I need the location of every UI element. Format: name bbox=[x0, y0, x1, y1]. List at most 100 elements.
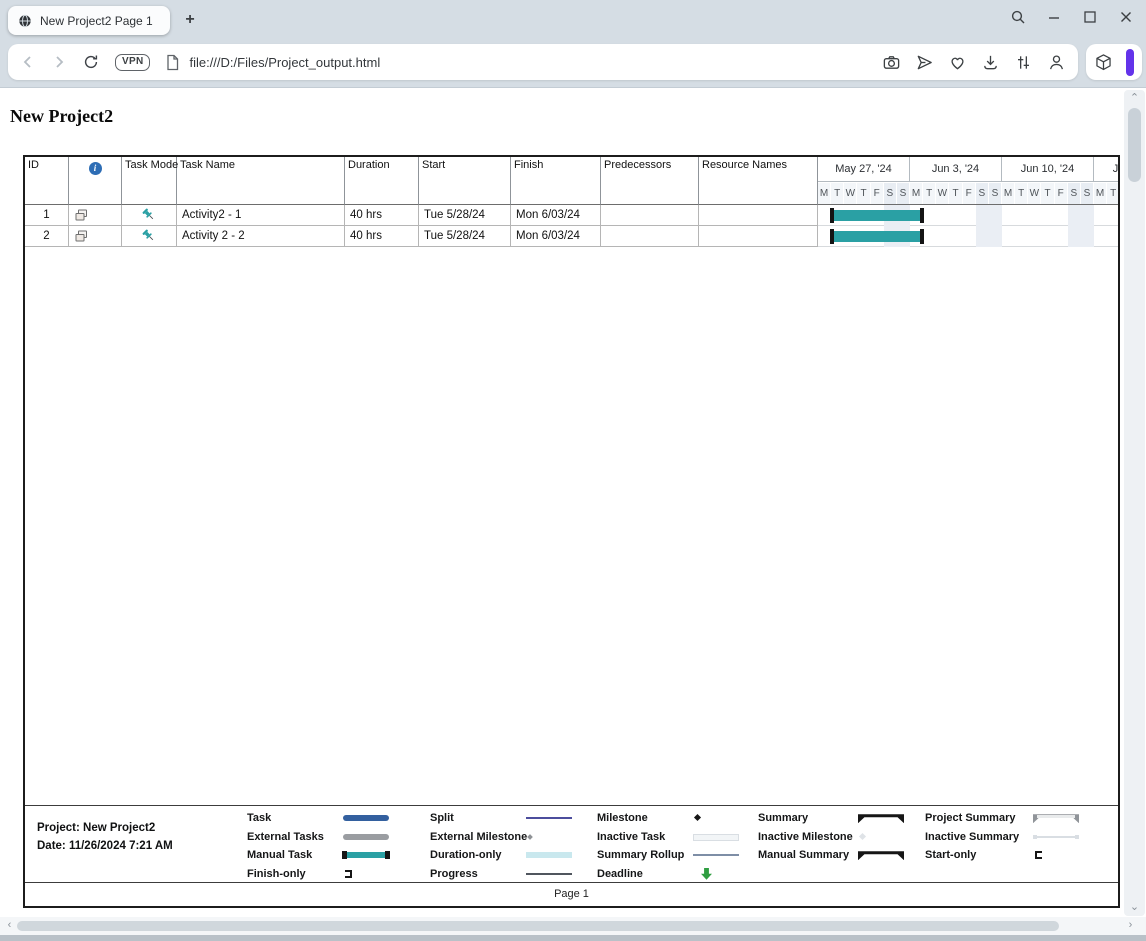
legend-swatch-milestone-icon bbox=[693, 812, 739, 824]
forward-button[interactable] bbox=[51, 54, 67, 70]
weekend-stripe bbox=[1068, 205, 1094, 247]
legend-item: External Tasks bbox=[247, 828, 389, 847]
new-tab-button[interactable]: + bbox=[180, 10, 200, 30]
gantt-day-cell: M bbox=[1094, 183, 1107, 204]
legend-column: Milestone Inactive Task Summary Rollup Dead… bbox=[597, 809, 739, 883]
cell-resource-names bbox=[699, 205, 818, 226]
gantt-day-cell: T bbox=[1107, 183, 1118, 204]
send-icon[interactable] bbox=[915, 53, 934, 72]
scroll-left-arrow-icon[interactable]: ‹ bbox=[2, 918, 17, 933]
legend-item: Deadline bbox=[597, 865, 739, 884]
cell-start: Tue 5/28/24 bbox=[419, 205, 511, 226]
minimize-button[interactable] bbox=[1046, 9, 1062, 25]
legend-item: External Milestone bbox=[430, 828, 572, 847]
browser-tab[interactable]: New Project2 Page 1 bbox=[8, 6, 170, 35]
header-info bbox=[69, 157, 122, 205]
legend-item: Inactive Milestone bbox=[758, 828, 904, 847]
scroll-up-arrow-icon[interactable]: ⌃ bbox=[1127, 91, 1142, 106]
scroll-down-arrow-icon[interactable]: ⌄ bbox=[1127, 900, 1142, 915]
camera-icon[interactable] bbox=[882, 53, 901, 72]
cube-icon[interactable] bbox=[1094, 53, 1113, 72]
gantt-week-label: May 27, '24 bbox=[818, 157, 910, 182]
gantt-bar bbox=[831, 231, 923, 242]
pushpin-icon bbox=[141, 207, 157, 223]
legend-swatch-duration-only-icon bbox=[526, 849, 572, 861]
legend-swatch-inactive-milestone-icon bbox=[858, 831, 904, 843]
download-icon[interactable] bbox=[981, 53, 1000, 72]
legend-label: Progress bbox=[430, 868, 526, 880]
close-button[interactable] bbox=[1118, 9, 1134, 25]
cell-predecessors bbox=[601, 205, 699, 226]
vertical-scroll-thumb[interactable] bbox=[1128, 108, 1141, 182]
cell-duration: 40 hrs bbox=[345, 226, 419, 247]
gantt-day-cell: M bbox=[818, 183, 831, 204]
project-name-line: Project: New Project2 bbox=[37, 819, 173, 837]
globe-favicon-icon bbox=[18, 14, 32, 28]
legend-label: Inactive Summary bbox=[925, 831, 1033, 843]
legend-label: External Tasks bbox=[247, 831, 343, 843]
vertical-scrollbar[interactable]: ⌃ ⌄ bbox=[1124, 90, 1145, 916]
gantt-day-cell: S bbox=[884, 183, 897, 204]
vpn-badge[interactable]: VPN bbox=[115, 54, 150, 71]
cell-task-mode bbox=[122, 205, 177, 226]
legend-swatch-summary-icon bbox=[858, 812, 904, 824]
project-date-line: Date: 11/26/2024 7:21 AM bbox=[37, 837, 173, 855]
project-info: Project: New Project2 Date: 11/26/2024 7… bbox=[37, 819, 173, 855]
gantt-chart: May 27, '24MTWTFSSJun 3, '24MTWTFSSJun 1… bbox=[818, 157, 1118, 247]
legend-item: Inactive Summary bbox=[925, 828, 1079, 847]
url-field[interactable]: file:///D:/Files/Project_output.html bbox=[189, 55, 882, 70]
tune-icon[interactable] bbox=[1014, 53, 1033, 72]
legend-swatch-finish-only-icon bbox=[343, 868, 389, 880]
legend-item: Task bbox=[247, 809, 389, 828]
gantt-week-label: Jun 17, '24 bbox=[1094, 157, 1118, 182]
gantt-day-cell: T bbox=[923, 183, 936, 204]
profile-icon[interactable] bbox=[1047, 53, 1066, 72]
horizontal-scroll-thumb[interactable] bbox=[17, 921, 1059, 931]
legend-label: Summary Rollup bbox=[597, 849, 693, 861]
legend-swatch-project-summary-icon bbox=[1033, 812, 1079, 824]
legend-item: Split bbox=[430, 809, 572, 828]
search-icon[interactable] bbox=[1010, 9, 1026, 25]
heart-icon[interactable] bbox=[948, 53, 967, 72]
document-icon[interactable] bbox=[165, 54, 180, 71]
gantt-day-cell: M bbox=[910, 183, 923, 204]
legend-label: Milestone bbox=[597, 812, 693, 824]
gantt-day-cell: T bbox=[857, 183, 870, 204]
gantt-day-cell: T bbox=[831, 183, 844, 204]
cell-task-mode bbox=[122, 226, 177, 247]
legend-item: Inactive Task bbox=[597, 828, 739, 847]
header-resource-names: Resource Names bbox=[699, 157, 818, 205]
cell-task-name: Activity2 - 1 bbox=[177, 205, 345, 226]
purple-pill-indicator[interactable] bbox=[1126, 49, 1134, 76]
maximize-button[interactable] bbox=[1082, 9, 1098, 25]
legend-item: Manual Task bbox=[247, 846, 389, 865]
scroll-right-arrow-icon[interactable]: › bbox=[1123, 918, 1138, 933]
gantt-bar bbox=[831, 210, 923, 221]
browser-chrome: New Project2 Page 1 + VPN bbox=[0, 0, 1146, 88]
legend-label: Summary bbox=[758, 812, 858, 824]
legend-label: Finish-only bbox=[247, 868, 343, 880]
legend-swatch-inactive-task-icon bbox=[693, 831, 739, 843]
cell-resource-names bbox=[699, 226, 818, 247]
cell-id: 1 bbox=[25, 205, 69, 226]
cell-indicator bbox=[69, 226, 122, 247]
legend-label: Task bbox=[247, 812, 343, 824]
legend-swatch-task-icon bbox=[343, 812, 389, 824]
horizontal-scrollbar[interactable]: ‹ › bbox=[0, 917, 1146, 935]
back-button[interactable] bbox=[20, 54, 36, 70]
reload-button[interactable] bbox=[82, 53, 100, 71]
legend-label: Manual Summary bbox=[758, 849, 858, 861]
gantt-day-cell: F bbox=[963, 183, 976, 204]
gantt-day-cell: S bbox=[1081, 183, 1094, 204]
gantt-day-cell: F bbox=[871, 183, 884, 204]
gantt-day-cell: W bbox=[1028, 183, 1041, 204]
gantt-day-cell: T bbox=[949, 183, 962, 204]
legend-label: Inactive Task bbox=[597, 831, 693, 843]
legend-label: Split bbox=[430, 812, 526, 824]
cell-task-name: Activity 2 - 2 bbox=[177, 226, 345, 247]
legend-swatch-manual-summary-icon bbox=[858, 849, 904, 861]
legend-item: Project Summary bbox=[925, 809, 1079, 828]
legend-label: Duration-only bbox=[430, 849, 526, 861]
header-id: ID bbox=[25, 157, 69, 205]
page-footer: Page 1 bbox=[25, 882, 1118, 906]
